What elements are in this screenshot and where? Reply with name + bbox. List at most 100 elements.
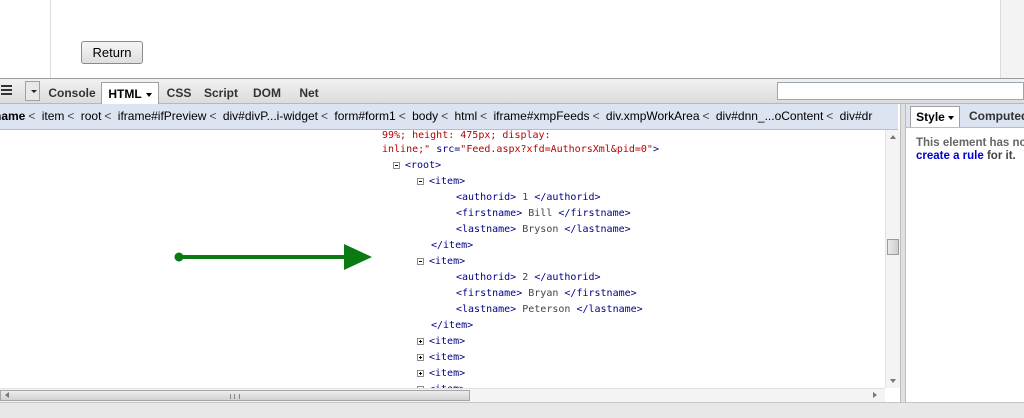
- tree-node-lastname[interactable]: <lastname> Bryson </lastname>: [456, 222, 631, 238]
- tree-horizontal-scrollbar[interactable]: [0, 388, 885, 402]
- tree-node-firstname[interactable]: <firstname> Bryan </firstname>: [456, 286, 637, 302]
- tree-node-authorid[interactable]: <authorid> 1 </authorid>: [456, 190, 601, 206]
- tag-text: <firstname>: [456, 288, 523, 299]
- breadcrumb-item[interactable]: iframe#xmpFeeds: [491, 104, 593, 128]
- breadcrumb-separator: <: [702, 109, 710, 123]
- horizontal-scroll-thumb[interactable]: [0, 390, 470, 401]
- tree-node-item-collapsed[interactable]: <item>: [417, 366, 465, 382]
- tree-node-item-collapsed[interactable]: <item>: [417, 350, 465, 366]
- tab-computed[interactable]: Computed: [969, 106, 1024, 127]
- expand-toggle-icon[interactable]: [417, 354, 424, 361]
- breadcrumb-item[interactable]: iframe#ifPreview: [115, 104, 210, 128]
- tree-node-item-close[interactable]: </item>: [431, 318, 473, 334]
- breadcrumb-separator: <: [398, 109, 406, 123]
- breadcrumb-item[interactable]: div.xmpWorkArea: [603, 104, 703, 128]
- tag-text: </authorid>: [534, 272, 601, 283]
- tag-text: <lastname>: [456, 224, 517, 235]
- tab-html[interactable]: HTML: [101, 82, 159, 104]
- scroll-down-arrow-icon[interactable]: [890, 379, 896, 383]
- breadcrumb-separator: <: [480, 109, 488, 123]
- tab-html-label: HTML: [108, 87, 142, 101]
- search-input[interactable]: [777, 82, 1024, 100]
- tab-style-label: Style: [916, 110, 945, 124]
- tab-dom[interactable]: DOM: [247, 82, 287, 104]
- breadcrumb-separator: <: [28, 109, 36, 123]
- tree-node-item[interactable]: <item>: [417, 174, 465, 190]
- breadcrumb-item[interactable]: form#form1: [331, 104, 398, 128]
- firebug-menu-icon[interactable]: [0, 83, 14, 99]
- side-panel: Style Computed This element has no creat…: [906, 104, 1024, 402]
- vertical-scroll-thumb[interactable]: [887, 239, 899, 255]
- tree-node-item-close[interactable]: </item>: [431, 238, 473, 254]
- scroll-left-arrow-icon[interactable]: [5, 392, 9, 398]
- node-text-value: 1: [522, 192, 529, 203]
- tag-text: <lastname>: [456, 304, 517, 315]
- tag-text: </firstname>: [564, 288, 637, 299]
- dropdown-arrow-icon: [31, 90, 37, 93]
- node-text-value: Bryson: [522, 224, 559, 235]
- breadcrumb-item[interactable]: div#dr: [837, 104, 876, 128]
- tag-text: <item>: [429, 368, 466, 379]
- tab-net[interactable]: Net: [291, 82, 327, 104]
- tree-node-firstname[interactable]: <firstname> Bill </firstname>: [456, 206, 631, 222]
- node-text-value: Peterson: [522, 304, 571, 315]
- tag-text: <firstname>: [456, 208, 523, 219]
- breadcrumb-item[interactable]: root: [78, 104, 105, 128]
- tree-node-root[interactable]: <root>: [393, 158, 441, 174]
- tag-text: <item>: [429, 352, 466, 363]
- html-tree-panel: 99%; height: 475px; display: inline;" sr…: [0, 130, 885, 388]
- collapse-toggle-icon[interactable]: [393, 162, 400, 169]
- tab-style[interactable]: Style: [910, 106, 960, 127]
- tree-node-authorid[interactable]: <authorid> 2 </authorid>: [456, 270, 601, 286]
- firebug-toolbar: Console HTML CSS Script DOM Net: [0, 78, 1024, 104]
- attr-name-text: src=: [436, 144, 461, 155]
- tree-node-lastname[interactable]: <lastname> Peterson </lastname>: [456, 302, 643, 318]
- breadcrumb-separator: <: [826, 109, 834, 123]
- tab-css[interactable]: CSS: [162, 82, 196, 104]
- breadcrumb-separator: <: [592, 109, 600, 123]
- scroll-right-arrow-icon[interactable]: [873, 392, 877, 398]
- scroll-up-arrow-icon[interactable]: [890, 135, 896, 139]
- tag-text: </authorid>: [534, 192, 601, 203]
- collapse-toggle-icon[interactable]: [417, 258, 424, 265]
- tab-html-caret-icon[interactable]: [145, 92, 152, 97]
- firebug-menu-dropdown-button[interactable]: [25, 81, 40, 101]
- tag-text: <item>: [429, 336, 466, 347]
- side-panel-tabs: Style Computed: [906, 104, 1024, 128]
- breadcrumb-item[interactable]: item: [39, 104, 68, 128]
- message-text: This element has no: [916, 137, 1024, 149]
- tree-node-item[interactable]: <item>: [417, 254, 465, 270]
- expand-toggle-icon[interactable]: [417, 370, 424, 377]
- tab-style-caret-icon[interactable]: [947, 115, 954, 120]
- green-arrow-annotation: [174, 244, 372, 270]
- tag-text: <item>: [429, 256, 466, 267]
- breadcrumb-separator: <: [209, 109, 217, 123]
- scroll-grip-icon: [230, 394, 240, 399]
- tree-node-item-collapsed[interactable]: <item>: [417, 334, 465, 350]
- create-rule-link[interactable]: create a rule: [916, 150, 984, 162]
- breadcrumb-item[interactable]: div#dnn_...oContent: [713, 104, 826, 128]
- return-button[interactable]: Return: [81, 41, 143, 64]
- collapse-toggle-icon[interactable]: [417, 178, 424, 185]
- breadcrumb-item[interactable]: div#divP...i-widget: [220, 104, 321, 128]
- tag-text: <authorid>: [456, 272, 517, 283]
- page-right-gutter: [1001, 0, 1024, 78]
- tree-vertical-scrollbar[interactable]: [885, 130, 900, 388]
- tag-text: <root>: [405, 160, 442, 171]
- breadcrumb-item[interactable]: body: [409, 104, 441, 128]
- tag-text: </item>: [431, 240, 474, 251]
- breadcrumb-item[interactable]: html: [451, 104, 480, 128]
- tab-script[interactable]: Script: [199, 82, 243, 104]
- breadcrumb-separator: <: [67, 109, 75, 123]
- attr-value-text: 99%; height: 475px; display:: [382, 130, 551, 141]
- tag-text: <item>: [429, 176, 466, 187]
- tab-console[interactable]: Console: [44, 82, 100, 104]
- node-text-value: 2: [522, 272, 529, 283]
- breadcrumb-item-current[interactable]: tname: [0, 104, 28, 128]
- tag-text: <authorid>: [456, 192, 517, 203]
- expand-toggle-icon[interactable]: [417, 338, 424, 345]
- tree-line-src-attr[interactable]: inline;" src="Feed.aspx?xfd=AuthorsXml&p…: [382, 142, 659, 158]
- breadcrumb-separator: <: [441, 109, 449, 123]
- node-text-value: Bill: [528, 208, 553, 219]
- breadcrumb: tname< item< root< iframe#ifPreview< div…: [0, 104, 898, 130]
